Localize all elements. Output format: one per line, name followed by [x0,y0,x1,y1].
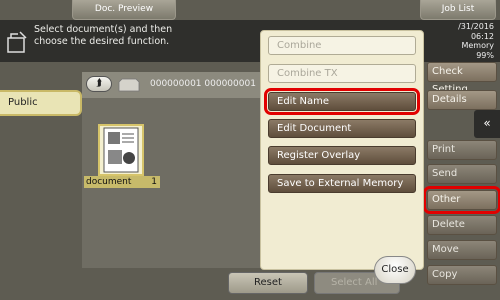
document-name: document [86,177,132,187]
document-page-icon [103,127,139,173]
double-chevron-left-icon: « [483,116,491,130]
document-label[interactable]: document 1 [84,176,160,188]
menu-item-edit-name[interactable]: Edit Name [264,88,420,115]
folder-icon [118,78,140,92]
menu-item-combine-tx[interactable]: Combine TX [268,64,416,83]
up-arrow-icon: ⮭ [96,78,102,89]
status-time: 06:12 [470,31,494,41]
delete-button[interactable]: Delete [427,215,497,235]
move-button[interactable]: Move [427,240,497,260]
box-path: 000000001 000000001 [150,79,256,89]
status-date: /31/2016 [458,22,494,31]
details-button[interactable]: Details [427,90,497,110]
memory-value: 99% [476,50,494,60]
other-button[interactable]: Other [423,186,500,214]
check-setting-button[interactable]: Check Setting [427,62,497,95]
copy-button[interactable]: Copy [427,265,497,285]
document-thumbnail[interactable] [98,124,144,176]
print-button[interactable]: Print [427,140,497,160]
status-block: /31/2016 06:12 Memory 99% [458,22,494,60]
up-folder-button[interactable]: ⮭ [86,76,112,92]
menu-item-edit-document[interactable]: Edit Document [268,119,416,138]
document-select-icon [7,31,27,53]
document-number: 1 [151,177,157,187]
menu-item-combine[interactable]: Combine [268,36,416,55]
menu-item-save-external-memory[interactable]: Save to External Memory [268,174,416,193]
tab-job-list[interactable]: Job List [420,0,496,20]
info-bar: Select document(s) and then choose the d… [0,20,500,62]
close-button[interactable]: Close [374,256,416,284]
reset-button[interactable]: Reset [228,272,308,294]
send-button[interactable]: Send [427,164,497,184]
menu-item-register-overlay[interactable]: Register Overlay [268,146,416,165]
instruction-text: Select document(s) and then choose the d… [34,24,173,47]
box-tab-public[interactable]: Public [0,90,82,116]
collapse-panel-button[interactable]: « [474,110,500,138]
memory-label: Memory [461,41,494,50]
tab-doc-preview[interactable]: Doc. Preview [72,0,176,20]
